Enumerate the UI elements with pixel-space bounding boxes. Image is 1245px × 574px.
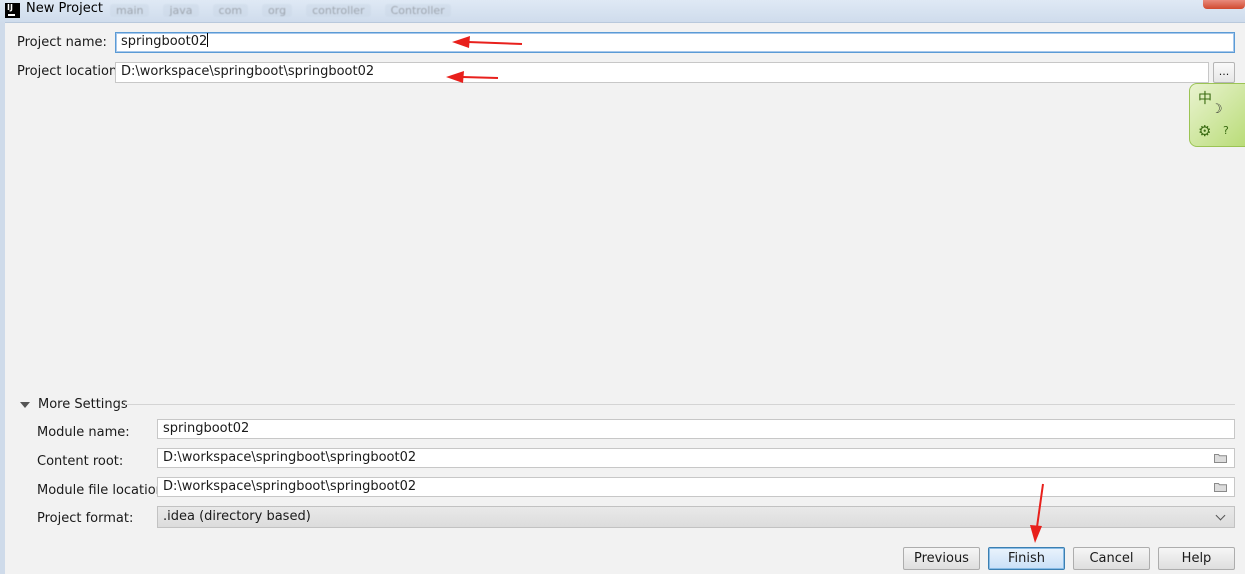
annotation-layer — [446, 36, 1044, 543]
annotation-arrow — [446, 71, 499, 83]
annotation-arrow — [1030, 483, 1044, 543]
annotation-arrow — [452, 36, 523, 48]
